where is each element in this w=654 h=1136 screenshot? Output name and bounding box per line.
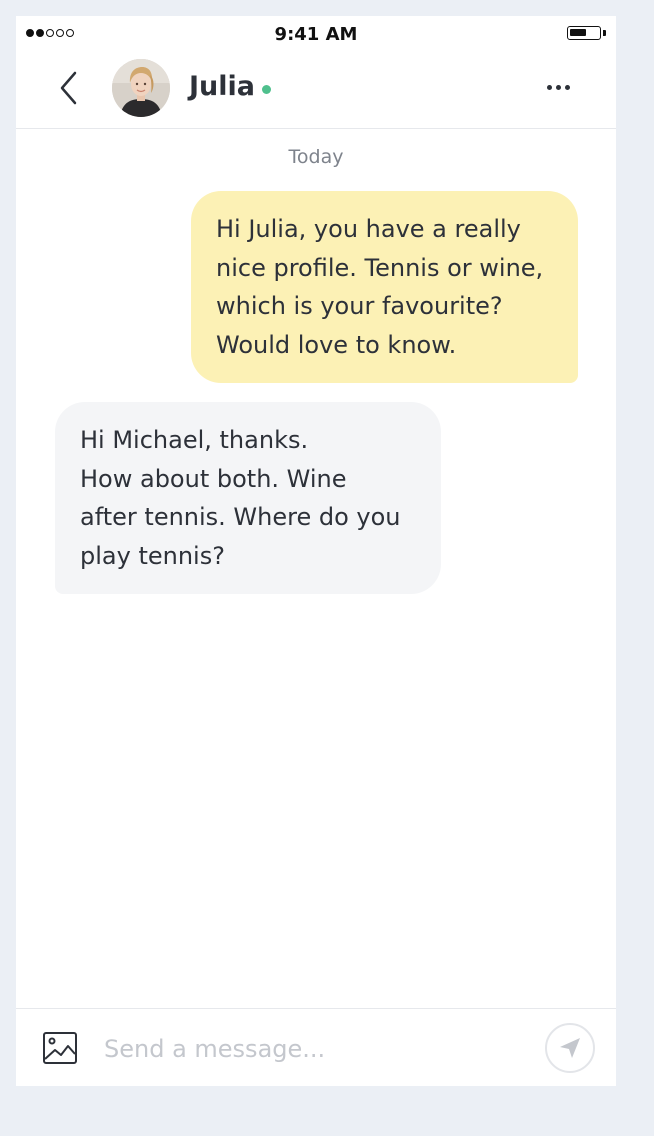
- incoming-message-bubble[interactable]: Hi Michael, thanks. How about both. Wine…: [55, 402, 441, 594]
- message-composer: [16, 1008, 616, 1087]
- message-text-line: Hi Michael, thanks.: [80, 426, 309, 454]
- more-horizontal-icon-dot: [555, 84, 561, 90]
- message-text-line: Hi Julia, you have a really: [216, 215, 521, 243]
- more-options-button[interactable]: [536, 72, 580, 102]
- date-separator: Today: [288, 146, 344, 168]
- online-status-indicator: [262, 85, 271, 94]
- chevron-left-icon: [60, 71, 77, 105]
- outgoing-message-bubble[interactable]: Hi Julia, you have a really nice profile…: [191, 191, 578, 383]
- send-icon: [560, 1038, 580, 1058]
- battery-icon: [567, 26, 601, 40]
- more-horizontal-icon: [546, 84, 552, 90]
- status-time: 9:41 AM: [274, 24, 358, 45]
- battery-tip: [603, 30, 606, 36]
- message-text-line: after tennis. Where do you: [80, 503, 401, 531]
- chat-header: Julia: [16, 54, 616, 129]
- message-input[interactable]: [104, 1029, 524, 1069]
- attach-image-button[interactable]: [42, 1031, 78, 1065]
- image-icon: [43, 1032, 77, 1064]
- contact-name[interactable]: Julia: [189, 71, 255, 102]
- chat-screen: 9:41 AM Julia Today Hi Julia, you have a…: [16, 16, 616, 1086]
- send-button[interactable]: [545, 1023, 595, 1073]
- status-bar: 9:41 AM: [16, 16, 616, 54]
- message-text-line: play tennis?: [80, 541, 225, 570]
- message-text-line: nice profile. Tennis or wine,: [216, 253, 544, 282]
- more-horizontal-icon-dot: [564, 84, 570, 90]
- back-button[interactable]: [52, 68, 86, 108]
- avatar[interactable]: [112, 59, 170, 117]
- avatar-photo: [112, 59, 170, 117]
- message-text-line: Would love to know.: [216, 330, 457, 359]
- message-text-line: which is your favourite?: [216, 292, 503, 320]
- message-text-line: How about both. Wine: [80, 464, 347, 493]
- battery-level-fill: [570, 29, 586, 36]
